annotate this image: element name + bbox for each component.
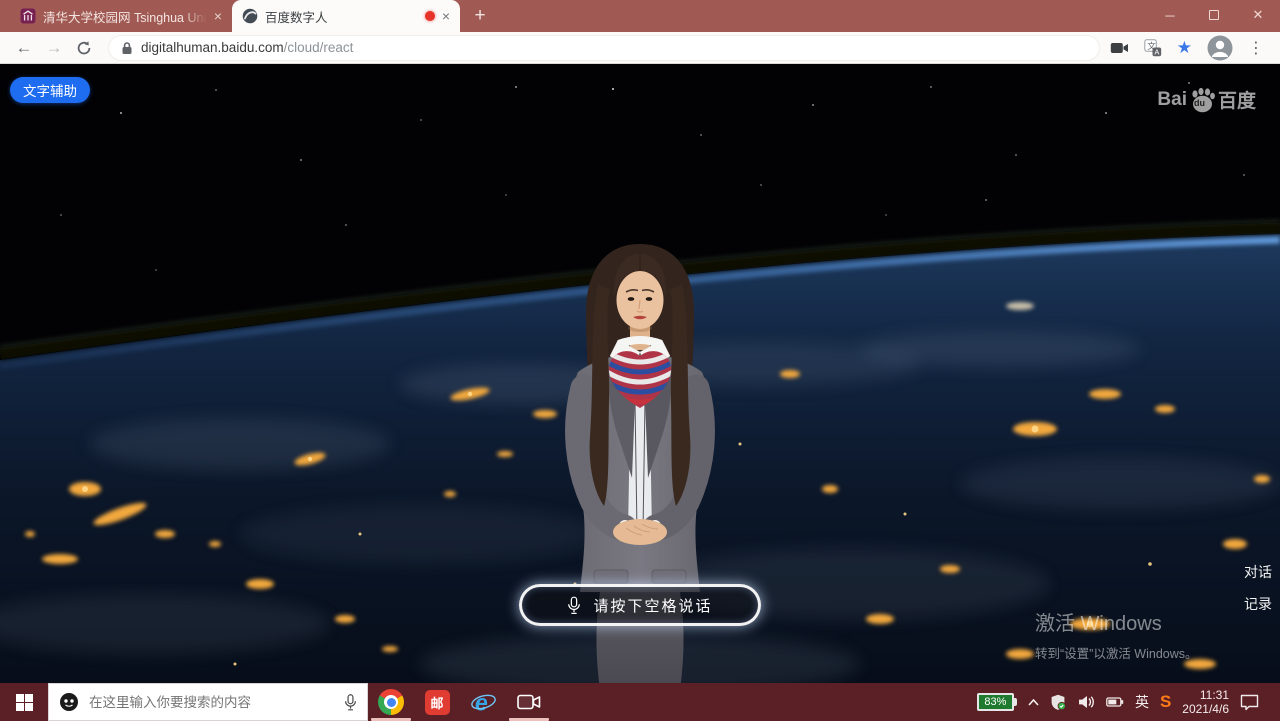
- taskbar-search[interactable]: [48, 683, 368, 721]
- new-tab-button[interactable]: +: [466, 2, 494, 30]
- language-indicator[interactable]: 英: [1135, 692, 1149, 712]
- dialog-tab[interactable]: 对话: [1244, 562, 1272, 582]
- record-tab[interactable]: 记录: [1244, 594, 1272, 614]
- tray-overflow-chevron-icon[interactable]: [1028, 699, 1039, 706]
- windows-taskbar: 邮 e 83%: [0, 683, 1280, 721]
- windows-logo-icon: [16, 694, 33, 711]
- push-to-talk-button[interactable]: 请按下空格说话: [519, 584, 761, 626]
- battery-tray-icon[interactable]: [1106, 697, 1124, 707]
- address-bar[interactable]: digitalhuman.baidu.com/cloud/react: [108, 35, 1100, 61]
- baidu-logo-du: du: [1194, 98, 1205, 108]
- tab-close-icon[interactable]: ×: [442, 9, 450, 23]
- text-assist-button[interactable]: 文字辅助: [10, 77, 90, 103]
- toolbar-actions: 文 A ★ ⋮: [1110, 35, 1270, 61]
- page-viewport: 文字辅助 Bai du 百度 对话 记录: [0, 64, 1280, 683]
- action-center-icon[interactable]: [1240, 694, 1259, 711]
- taskbar-camera-app[interactable]: [506, 683, 552, 721]
- restore-icon: [1209, 10, 1219, 20]
- browser-toolbar: ← → digitalhuman.baidu.com/cloud/react 文: [0, 32, 1280, 64]
- windows-activation-watermark: 激活 Windows 转到“设置”以激活 Windows。: [1035, 607, 1198, 662]
- svg-text:A: A: [1154, 47, 1159, 56]
- ie-icon: e: [470, 689, 497, 716]
- forward-button[interactable]: →: [40, 34, 68, 62]
- taskbar-internet-explorer[interactable]: e: [460, 683, 506, 721]
- tsinghua-favicon: [20, 8, 36, 24]
- system-tray: 83% 英 S 11:31: [977, 683, 1280, 721]
- url-text: digitalhuman.baidu.com/cloud/react: [141, 40, 353, 55]
- taskbar-clock[interactable]: 11:31 2021/4/6: [1182, 688, 1229, 716]
- search-mic-icon[interactable]: [344, 693, 357, 712]
- svg-text:e: e: [475, 689, 488, 715]
- cortana-icon: [59, 692, 79, 712]
- clock-date: 2021/4/6: [1182, 702, 1229, 716]
- push-to-talk-label: 请按下空格说话: [593, 595, 712, 616]
- back-button[interactable]: ←: [10, 34, 38, 62]
- baidu-logo-suffix: 百度: [1218, 86, 1256, 113]
- tab-close-icon[interactable]: ×: [214, 9, 222, 23]
- volume-icon[interactable]: [1078, 695, 1095, 709]
- clock-time: 11:31: [1182, 688, 1229, 702]
- tab-recording-indicator-icon: [425, 11, 435, 21]
- chrome-icon: [378, 689, 404, 715]
- globe-favicon: [242, 8, 258, 24]
- search-input[interactable]: [89, 695, 334, 710]
- baidu-logo: Bai du 百度: [1157, 86, 1256, 113]
- bookmark-star-icon[interactable]: ★: [1177, 38, 1192, 58]
- window-controls: ─ ✕: [1148, 0, 1280, 30]
- side-panel-tabs: 对话 记录: [1244, 562, 1272, 626]
- taskbar-chrome[interactable]: [368, 683, 414, 721]
- tab-title: 百度数字人: [265, 7, 418, 26]
- url-path: /cloud/react: [284, 40, 354, 55]
- close-button[interactable]: ✕: [1236, 0, 1280, 30]
- reload-icon: [76, 40, 92, 56]
- tab-title: 清华大学校园网 Tsinghua Univ: [43, 7, 207, 26]
- profile-avatar[interactable]: [1207, 35, 1233, 61]
- restore-button[interactable]: [1192, 0, 1236, 30]
- defender-shield-icon[interactable]: [1050, 694, 1067, 711]
- battery-indicator[interactable]: 83%: [977, 693, 1017, 711]
- mail-icon: 邮: [425, 690, 450, 715]
- tab-tsinghua[interactable]: 清华大学校园网 Tsinghua Univ ×: [10, 0, 232, 32]
- browser-tab-strip: 清华大学校园网 Tsinghua Univ × 百度数字人 × + ─ ✕: [0, 0, 1280, 32]
- baidu-logo-bai: Bai: [1157, 89, 1187, 111]
- lock-icon: [121, 41, 133, 55]
- battery-percent: 83%: [977, 693, 1014, 711]
- sogou-input-icon[interactable]: S: [1160, 692, 1171, 712]
- translate-icon[interactable]: 文 A: [1144, 39, 1162, 57]
- url-host: digitalhuman.baidu.com: [141, 40, 284, 55]
- microphone-icon: [567, 595, 581, 616]
- screen: 清华大学校园网 Tsinghua Univ × 百度数字人 × + ─ ✕ ← …: [0, 0, 1280, 721]
- video-camera-icon: [517, 693, 541, 711]
- baidu-paw-icon: du: [1189, 87, 1216, 113]
- activate-title: 激活 Windows: [1035, 607, 1198, 636]
- tab-digital-human[interactable]: 百度数字人 ×: [232, 0, 460, 32]
- start-button[interactable]: [0, 683, 48, 721]
- taskbar-mail[interactable]: 邮: [414, 683, 460, 721]
- activate-subtitle: 转到“设置”以激活 Windows。: [1035, 643, 1198, 662]
- minimize-button[interactable]: ─: [1148, 0, 1192, 30]
- battery-nub: [1014, 698, 1017, 706]
- menu-kebab-icon[interactable]: ⋮: [1248, 38, 1264, 58]
- reload-button[interactable]: [70, 34, 98, 62]
- camera-in-use-icon[interactable]: [1110, 41, 1129, 55]
